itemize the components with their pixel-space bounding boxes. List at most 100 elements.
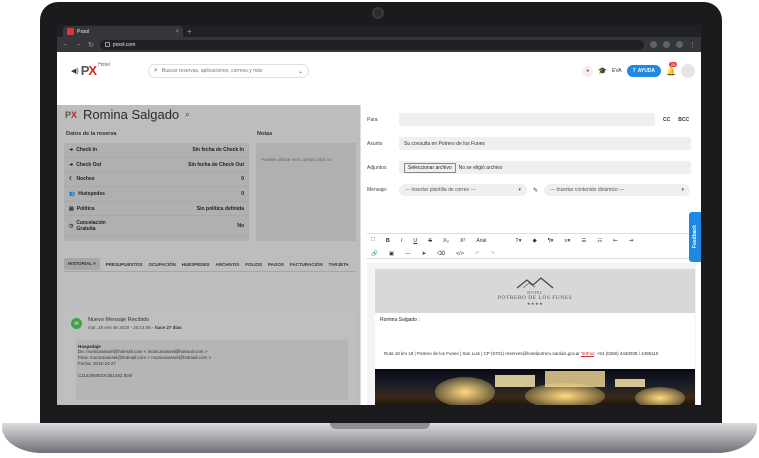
adjuntos-label: Adjuntos: [367, 164, 387, 171]
select-file-button[interactable]: Seleccionar archivo: [404, 162, 456, 173]
app-logo[interactable]: ◀) PX Hotel: [71, 61, 110, 79]
user-initials[interactable]: EVA: [612, 68, 622, 74]
chevron-down-icon[interactable]: ⌄: [298, 68, 303, 75]
tab-close-icon[interactable]: ×: [175, 29, 179, 35]
pointer-icon[interactable]: ➤: [422, 251, 427, 257]
help-icon: ?: [632, 68, 636, 74]
template-select-value: --- Insertar plantilla de correo ---: [405, 187, 476, 193]
telfax-label: TelFax: [580, 351, 595, 356]
paragraph-icon[interactable]: ¶▾: [548, 238, 554, 244]
forward-icon[interactable]: →: [75, 41, 82, 48]
row-free-cancellation: ◷ Cancelación Gratuita No: [64, 216, 249, 237]
graduation-cap-icon[interactable]: 🎓: [598, 67, 607, 75]
guest-header: PX Romina Salgado ⌕: [65, 107, 190, 122]
url-text: pxsol.com: [112, 41, 136, 48]
subscript-icon[interactable]: X₂: [443, 238, 449, 244]
help-button[interactable]: ? AYUDA: [626, 65, 662, 77]
tab-folios[interactable]: FOLIOS: [245, 262, 262, 267]
message-title: Nuevo Mensaje Recibido: [88, 317, 150, 323]
header-actions: ● 🎓 EVA ? AYUDA 🔔 29: [582, 61, 695, 78]
notifications-bell-icon[interactable]: 🔔 29: [666, 61, 678, 76]
ordered-list-icon[interactable]: ☰: [581, 238, 586, 244]
font-size-icon[interactable]: T▾: [515, 238, 521, 244]
italic-icon[interactable]: I: [401, 238, 403, 244]
underline-icon[interactable]: U: [413, 238, 417, 244]
reload-icon[interactable]: ↻: [88, 41, 94, 49]
tab-archivos[interactable]: ARCHIVOS: [215, 262, 239, 267]
unordered-list-icon[interactable]: ☷: [597, 238, 602, 244]
tab-facturacion[interactable]: FACTURACIÓN: [290, 262, 323, 267]
extension-icon[interactable]: [663, 41, 670, 48]
message-date-line: Fecha: 2015-10-27: [78, 361, 117, 366]
mensaje-label: Mensaje:: [367, 187, 388, 193]
hotel-night-photo: [375, 369, 695, 405]
image-icon[interactable]: ▣: [389, 251, 394, 257]
bold-icon[interactable]: B: [386, 238, 390, 244]
notes-title: Notas: [257, 131, 273, 137]
address-bar: ← → ↻ pxsol.com ⋮: [57, 37, 701, 52]
email-editor[interactable]: HOTEL POTRERO DE LOS FUNES ★★★★ Romina S…: [367, 263, 696, 405]
moon-icon: ☾: [69, 176, 74, 183]
dynamic-content-select[interactable]: --- Insertar contenido dinámico --- ▾: [544, 184, 691, 196]
para-input[interactable]: [399, 113, 655, 126]
hotel-logo-icon: [515, 276, 555, 290]
search-bar[interactable]: ⌕ ⌄: [148, 64, 309, 78]
horizontal-rule-icon[interactable]: —: [405, 251, 411, 257]
code-view-icon[interactable]: </>: [456, 251, 464, 257]
eraser-icon[interactable]: ⌫: [437, 251, 445, 257]
tab-presupuestos[interactable]: PRESUPUESTOS: [106, 262, 143, 267]
row-label: Noches: [76, 176, 95, 183]
guest-search-icon[interactable]: ⌕: [185, 110, 189, 120]
login-icon: ➜: [69, 146, 74, 153]
flag-icon[interactable]: ●: [582, 65, 594, 77]
feedback-label: Feedback: [692, 225, 698, 249]
logo-subtitle: Hotel: [98, 61, 110, 68]
message-card[interactable]: ✉ Nuevo Mensaje Recibido mar, 28 ene de …: [64, 310, 356, 405]
search-input[interactable]: [161, 68, 294, 74]
tab-title: Pxsol: [77, 28, 90, 35]
link-icon[interactable]: 🔗: [371, 251, 378, 257]
fullscreen-icon[interactable]: ⛶: [371, 237, 375, 244]
notes-field[interactable]: Puedes utilizar este campo para no: [256, 143, 356, 241]
document-icon: ▤: [69, 205, 74, 212]
url-field[interactable]: pxsol.com: [99, 39, 644, 50]
message-icon: ✉: [71, 318, 82, 329]
bcc-button[interactable]: BCC: [678, 117, 689, 123]
menu-icon[interactable]: ⋮: [689, 41, 696, 49]
new-tab-button[interactable]: +: [187, 27, 192, 36]
row-nights: ☾ Noches 0: [64, 172, 249, 188]
profile-icon[interactable]: [676, 41, 683, 48]
superscript-icon[interactable]: X²: [460, 238, 466, 244]
cc-button[interactable]: CC: [663, 117, 670, 123]
row-check-out: ➜ Check Out Sin fecha de Check Out: [64, 158, 249, 173]
speaker-icon[interactable]: ◀): [71, 67, 79, 75]
extension-icon[interactable]: [650, 41, 657, 48]
tab-ocupacion[interactable]: OCUPACIÓN: [149, 262, 176, 267]
asunto-row: Asunto Su consulta en Potrero de los Fun…: [367, 137, 691, 150]
tab-huespedes[interactable]: HUÉSPEDES: [182, 262, 210, 267]
row-value: 0: [241, 176, 244, 183]
template-select[interactable]: --- Insertar plantilla de correo --- ▾: [399, 184, 527, 196]
avatar[interactable]: [681, 64, 695, 78]
feedback-button[interactable]: Feedback: [689, 212, 701, 262]
asunto-input[interactable]: Su consulta en Potrero de los Funes: [399, 137, 691, 150]
reservation-data-title: Datos de la reserva: [66, 131, 117, 137]
tab-historial[interactable]: HISTORIAL ▾: [64, 258, 100, 270]
tab-pagos[interactable]: PAGOS: [268, 262, 284, 267]
guest-logo: PX: [65, 109, 78, 120]
app-header: ◀) PX Hotel ⌕ ⌄ ● 🎓 EVA ? AYUDA 🔔 29: [57, 52, 701, 105]
file-input: Seleccionar archivo No se eligió archivo: [399, 161, 691, 174]
logout-icon: ➜: [69, 161, 74, 168]
color-icon[interactable]: ◆: [532, 238, 536, 244]
strikethrough-icon[interactable]: S: [428, 238, 432, 244]
redo-icon[interactable]: ↷: [491, 251, 496, 257]
undo-icon[interactable]: ↶: [475, 251, 480, 257]
back-icon[interactable]: ←: [62, 41, 69, 48]
browser-tab[interactable]: Pxsol ×: [63, 26, 183, 37]
font-select[interactable]: Arial: [476, 238, 504, 244]
pencil-icon[interactable]: ✎: [533, 187, 538, 194]
indent-icon[interactable]: ⇥: [629, 238, 634, 244]
align-icon[interactable]: ≡▾: [564, 238, 570, 244]
outdent-icon[interactable]: ⇤: [613, 238, 618, 244]
tab-tarjeta[interactable]: TARJETA: [329, 262, 349, 267]
